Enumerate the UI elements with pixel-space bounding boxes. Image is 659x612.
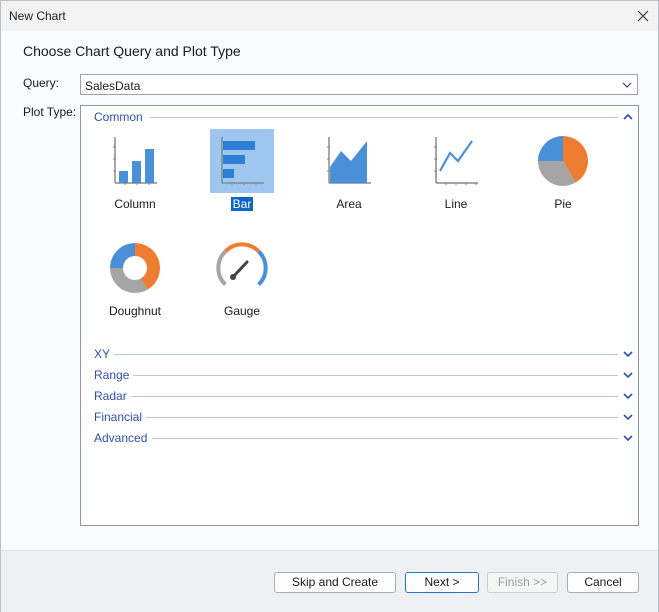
bar-chart-icon [221,137,264,185]
chevron-down-icon [622,82,632,88]
chart-type-gauge[interactable] [210,236,274,300]
chevron-down-icon [623,372,633,379]
column-chart-icon [113,137,157,185]
plot-type-panel: Common Column Bar Area Line Pie Doughnut… [80,105,639,526]
new-chart-dialog: New Chart Choose Chart Query and Plot Ty… [0,0,659,612]
group-xy-label: XY [94,347,115,361]
query-value: SalesData [85,79,141,93]
close-icon [637,10,649,22]
chart-type-doughnut-label: Doughnut [108,304,162,318]
group-radar[interactable]: Radar [94,389,634,403]
title-bar: New Chart [1,1,658,31]
query-dropdown[interactable]: SalesData [80,74,638,95]
group-divider [150,117,618,118]
finish-button[interactable]: Finish >> [487,572,558,593]
chevron-down-icon [623,435,633,442]
chevron-down-icon [623,393,633,400]
group-divider [132,375,618,376]
pie-chart-icon [538,136,588,186]
group-common-label: Common [94,110,147,124]
group-radar-label: Radar [94,389,131,403]
gauge-chart-icon [216,242,268,287]
chart-type-pie[interactable] [531,129,595,193]
chart-type-bar-label: Bar [230,197,254,211]
chart-type-area-label: Area [336,197,362,211]
doughnut-chart-icon [110,243,160,293]
area-chart-icon [327,137,371,184]
chevron-down-icon [623,414,633,421]
query-label: Query: [23,76,60,90]
plot-type-label: Plot Type: [23,105,77,119]
group-common[interactable]: Common [94,110,634,124]
chart-type-line-label: Line [444,197,468,211]
group-financial[interactable]: Financial [94,410,634,424]
group-advanced[interactable]: Advanced [94,431,634,445]
group-divider [144,417,618,418]
chevron-down-icon [623,351,633,358]
group-xy[interactable]: XY [94,347,634,361]
group-divider [131,396,618,397]
chart-type-gauge-label: Gauge [223,304,261,318]
close-button[interactable] [628,1,658,31]
group-divider [112,354,618,355]
chart-type-column-label: Column [114,197,156,211]
skip-and-create-button[interactable]: Skip and Create [274,572,396,593]
line-chart-icon [434,137,478,185]
group-divider [152,438,618,439]
chart-type-pie-label: Pie [554,197,572,211]
group-financial-label: Financial [94,410,147,424]
chart-type-column[interactable] [103,129,167,193]
cancel-button[interactable]: Cancel [567,572,639,593]
window-title: New Chart [9,9,66,23]
chart-type-line[interactable] [424,129,488,193]
chart-type-bar[interactable] [210,129,274,193]
chart-type-area[interactable] [317,129,381,193]
next-button[interactable]: Next > [405,572,479,593]
group-range-label: Range [94,368,134,382]
dialog-header: Choose Chart Query and Plot Type [23,43,241,59]
chevron-up-icon [623,113,633,120]
group-range[interactable]: Range [94,368,634,382]
group-advanced-label: Advanced [94,431,152,445]
chart-type-doughnut[interactable] [103,236,167,300]
